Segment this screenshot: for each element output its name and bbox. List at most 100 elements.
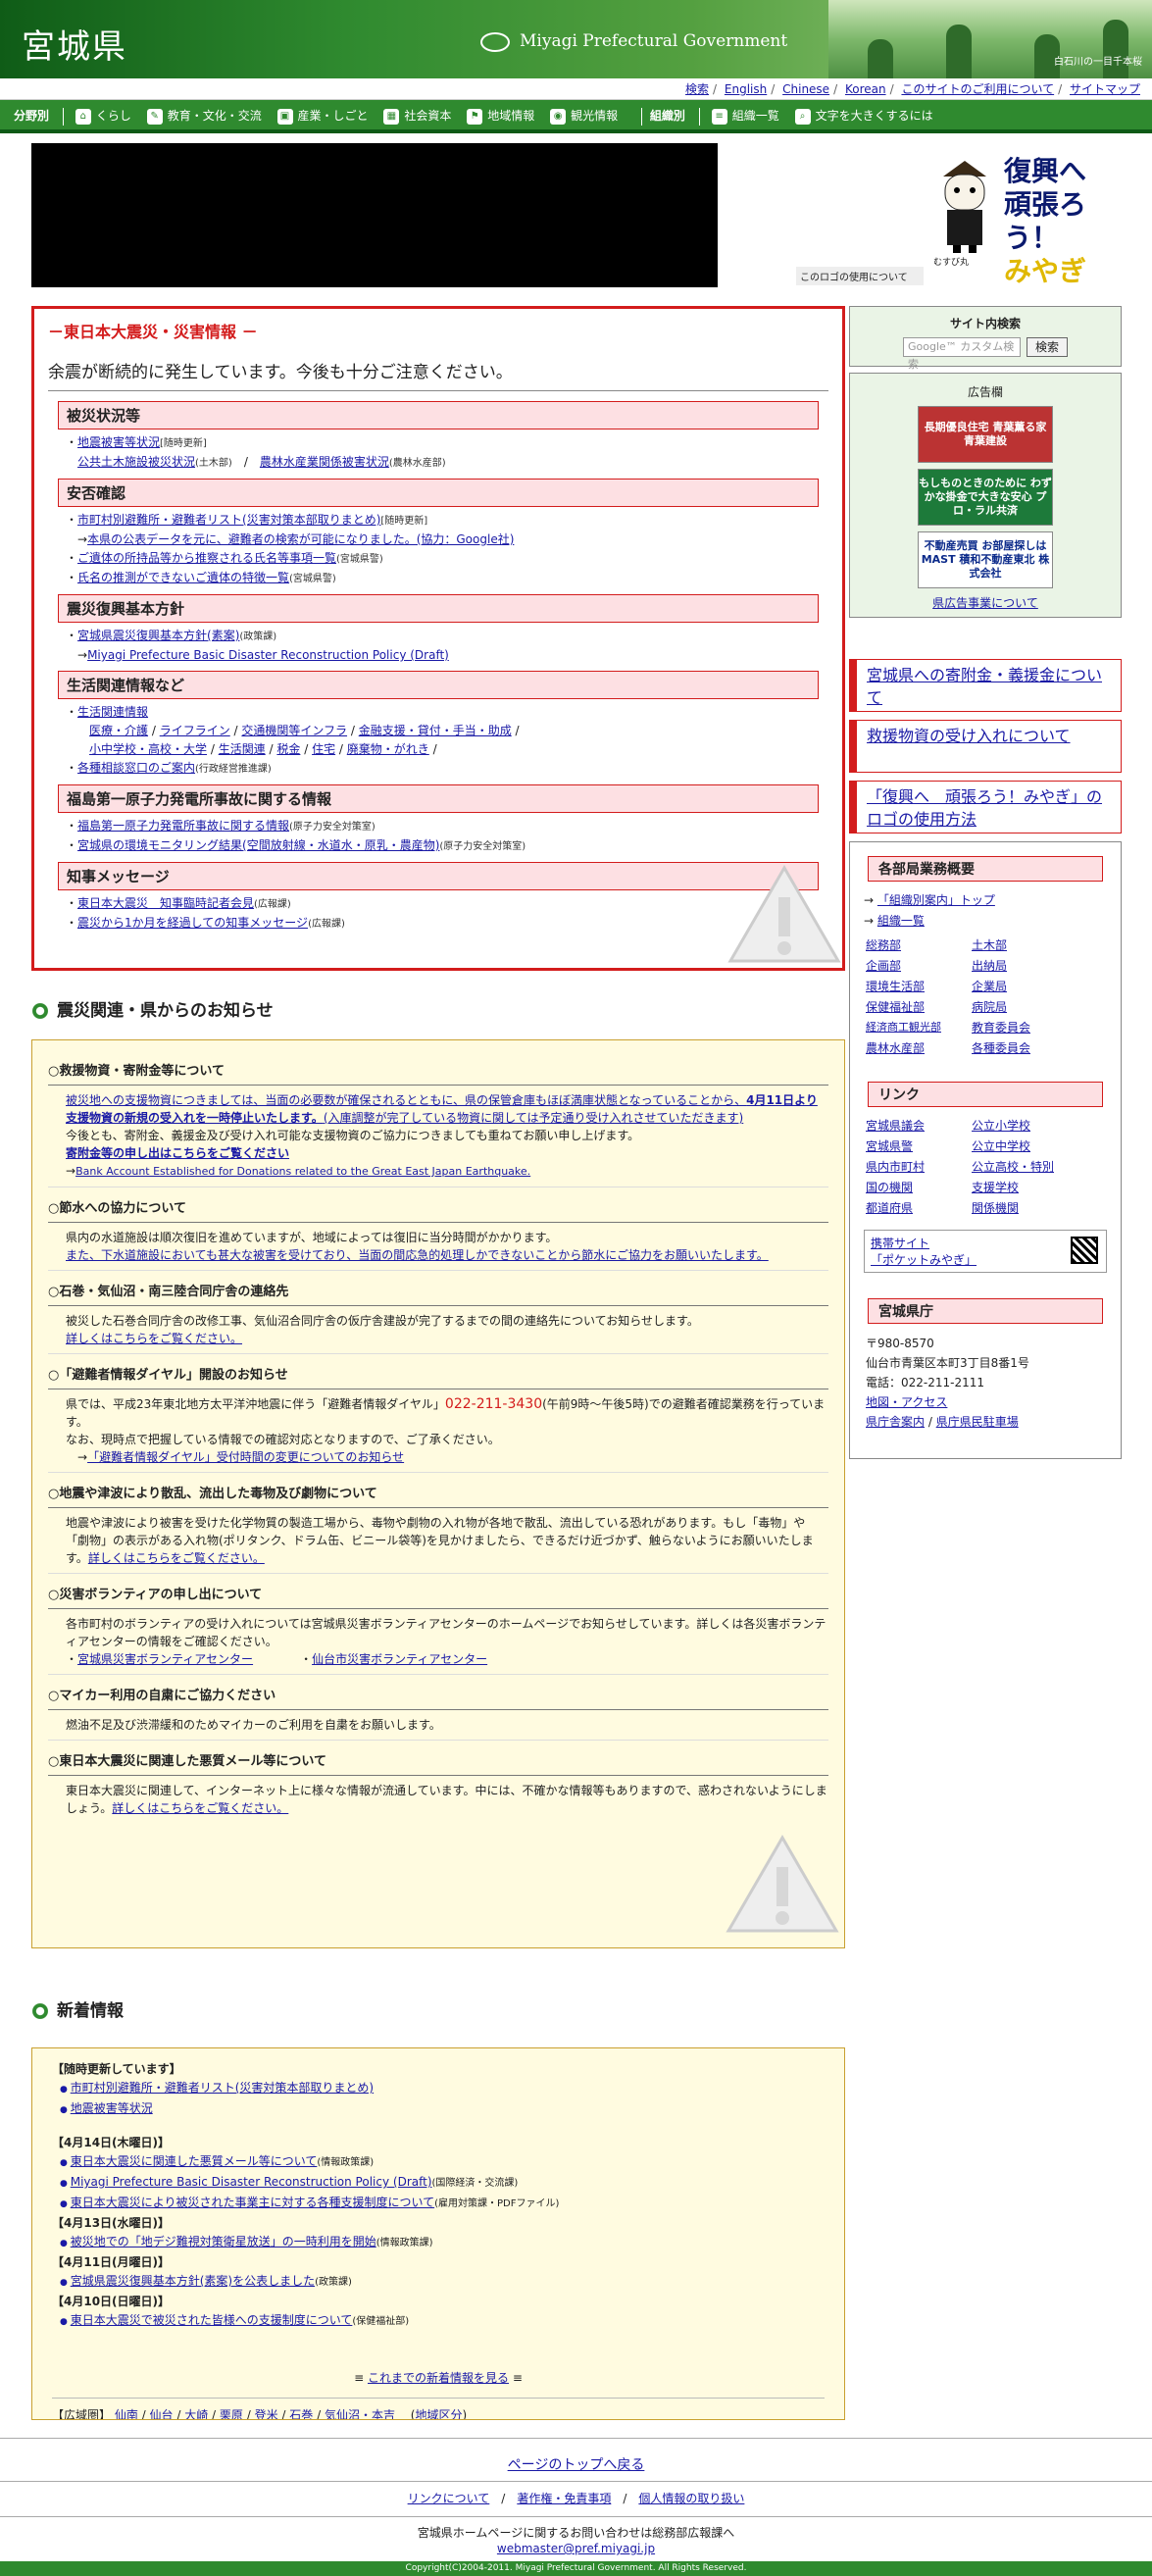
link-fukushima[interactable]: 福島第一原子力発電所事故に関する情報 [77,819,289,833]
link-cities[interactable]: 県内市町村 [866,1158,972,1175]
nav-kyoiku[interactable]: ✎ 教育・文化・交流 [146,100,262,131]
footer-link-policy[interactable]: リンクについて [408,2492,490,2505]
fukko-logo[interactable]: 復興へ 頑張ろう！ みやぎ むすび丸 [933,147,1127,287]
news-support-system[interactable]: 東日本大震災で被災された皆様への支援制度について [71,2313,353,2327]
area-sennan[interactable]: 仙南 [115,2408,138,2419]
nav-chiiki[interactable]: ⚑ 地域情報 [467,100,534,131]
area-division-link[interactable]: 地域区分 [415,2408,462,2419]
link-recovery-policy[interactable]: 宮城県震災復興基本方針(素案) [77,629,239,642]
volunteer-center-link[interactable]: 宮城県災害ボランティアセンター [77,1652,253,1666]
office-parking[interactable]: 県庁県民駐車場 [936,1415,1019,1429]
dept-doboku[interactable]: 土木部 [972,936,1077,953]
link-gikai[interactable]: 宮城県議会 [866,1117,972,1134]
page-top-link[interactable]: ページのトップへ戻る [508,2457,645,2473]
news-policy-en[interactable]: Miyagi Prefecture Basic Disaster Reconst… [71,2175,432,2189]
dept-kankyo[interactable]: 環境生活部 [866,978,972,994]
link-press-conf[interactable]: 東日本大震災 知事臨時記者会見 [77,896,254,910]
news-more-link[interactable]: これまでの新着情報を見る [368,2371,509,2385]
util-korean[interactable]: Korean [845,82,886,96]
link-public-works[interactable]: 公共土木施設被災状況 [77,455,195,469]
nav-shakai[interactable]: ▦ 社会資本 [383,100,451,131]
dept-kyoiku[interactable]: 教育委員会 [972,1019,1077,1035]
spam-detail-link[interactable]: 詳しくはこちらをご覧ください。 [112,1801,288,1815]
link-living-info[interactable]: 生活関連情報 [77,705,148,719]
link-prefectures[interactable]: 都道府県 [866,1199,972,1216]
ad-aoba[interactable]: 長期優良住宅 青葉薫る家 青葉建設 [918,406,1053,463]
area-kesennuma[interactable]: 気仙沼・本吉 [325,2408,395,2419]
site-title[interactable]: 宮城県 [22,20,127,68]
link-monitoring[interactable]: 宮城県の環境モニタリング結果(空間放射線・水道水・原乳・農産物) [77,838,439,852]
link-police[interactable]: 宮城県警 [866,1137,972,1154]
sendai-volunteer-link[interactable]: 仙台市災害ボランティアセンター [312,1652,487,1666]
nav-soshiki-list[interactable]: ≡ 組織一覧 [711,100,779,131]
poison-detail-link[interactable]: 詳しくはこちらをご覧ください。 [88,1551,265,1565]
news-recovery-policy[interactable]: 宮城県震災復興基本方針(素案)を公表しました [71,2274,315,2288]
office-guide[interactable]: 県庁舎案内 [866,1415,925,1429]
util-search[interactable]: 検索 [685,82,709,96]
dept-iinkai[interactable]: 各種委員会 [972,1039,1077,1056]
link-lifeline[interactable]: ライフライン [160,724,230,737]
pocket-miyagi-link[interactable]: 「ポケットみやぎ」 [871,1253,977,1267]
dept-soumu[interactable]: 総務部 [866,936,972,953]
news-damage-status[interactable]: 地震被害等状況 [71,2101,153,2115]
news-spam-mail[interactable]: 東日本大震災に関連した悪質メール等について [71,2154,318,2168]
link-dept-list[interactable]: 組織一覧 [877,914,925,928]
link-google-search[interactable]: 本県の公表データを元に、避難者の検索が可能になりました。(協力：Google社) [87,532,514,546]
relief-goods-link[interactable]: 救援物資の受け入れについて [849,720,1122,773]
dept-kikaku[interactable]: 企画部 [866,957,972,974]
util-usage[interactable]: このサイトのご利用について [901,82,1054,96]
link-koko[interactable]: 公立高校・特別 [972,1158,1077,1175]
link-features-list[interactable]: 氏名の推測ができないご遺体の特徴一覧 [77,571,289,584]
link-tax[interactable]: 税金 [276,742,300,756]
area-tome[interactable]: 登米 [255,2408,278,2419]
bank-account-link[interactable]: Bank Account Established for Donations r… [75,1165,530,1178]
area-sendai[interactable]: 仙台 [150,2408,174,2419]
link-dept-top[interactable]: 「組織別案内」トップ [877,893,995,907]
office-contact-link[interactable]: 詳しくはこちらをご覧ください。 [66,1332,242,1345]
link-agri-damage[interactable]: 農林水産業関係被害状況 [260,455,389,469]
link-shien[interactable]: 支援学校 [972,1179,1077,1195]
link-evacuee-list[interactable]: 市町村別避難所・避難者リスト(災害対策本部取りまとめ) [77,513,380,527]
area-kurihara[interactable]: 栗原 [220,2408,243,2419]
util-chinese[interactable]: Chinese [782,82,829,96]
link-national[interactable]: 国の機関 [866,1179,972,1195]
dept-byoin[interactable]: 病院局 [972,998,1077,1015]
ad-prolal[interactable]: もしものときのために わずかな掛金で大きな安心 プロ・ラル共済 [918,469,1053,526]
link-consult[interactable]: 各種相談窓口のご案内 [77,761,195,775]
link-recovery-policy-en[interactable]: Miyagi Prefecture Basic Disaster Reconst… [87,648,449,662]
main-banner[interactable] [31,143,718,287]
link-shogakko[interactable]: 公立小学校 [972,1117,1077,1134]
ad-mast[interactable]: 不動産売買 お部屋探しは MAST 積和不動産東北 株式会社 [918,531,1053,588]
area-ishinomaki[interactable]: 石巻 [289,2408,313,2419]
news-business-support[interactable]: 東日本大震災により被災された事業主に対する各種支援制度について [71,2196,434,2209]
dept-hoken[interactable]: 保健福祉部 [866,998,972,1015]
logo-usage-note[interactable]: このロゴの使用について [796,267,924,285]
dept-kigyo[interactable]: 企業局 [972,978,1077,994]
nav-sangyo[interactable]: ▣ 産業・しごと [276,100,369,131]
mobile-site[interactable]: 携帯サイト 「ポケットみやぎ」 [864,1230,1107,1273]
link-finance[interactable]: 金融支援・貸付・手当・助成 [359,724,512,737]
link-kankei[interactable]: 関係機関 [972,1199,1077,1216]
logo-usage-link[interactable]: 「復興へ 頑張ろう！みやぎ」のロゴの使用方法 [849,781,1122,833]
search-button[interactable]: 検索 [1026,337,1068,357]
link-damage-status[interactable]: 地震被害等状況 [77,435,160,449]
link-belongings-list[interactable]: ご遺体の所持品等から推察される氏名等事項一覧 [77,551,336,565]
footer-copyright[interactable]: 著作権・免責事項 [517,2492,611,2505]
mobile-link[interactable]: 携帯サイト [871,1237,929,1250]
news-digital-tv[interactable]: 被災地での「地デジ難視対策衛星放送」の一時利用を開始 [71,2235,376,2248]
dial-change-link[interactable]: 「避難者情報ダイヤル」受付時間の変更についてのお知らせ [87,1450,404,1464]
nav-kanko[interactable]: ◉ 観光情報 [550,100,618,131]
dept-norin[interactable]: 農林水産部 [866,1039,972,1056]
search-input[interactable]: Google™ カスタム検索 [902,337,1021,371]
link-schools[interactable]: 小中学校・高校・大学 [89,742,207,756]
office-map[interactable]: 地図・アクセス [866,1395,947,1409]
link-housing[interactable]: 住宅 [312,742,335,756]
link-transport[interactable]: 交通機関等インフラ [241,724,347,737]
util-english[interactable]: English [725,82,767,96]
link-governor-msg[interactable]: 震災から1か月を経過しての知事メッセージ [77,916,308,930]
nav-kurashi[interactable]: ⌂ くらし [75,100,131,131]
footer-privacy[interactable]: 個人情報の取り扱い [638,2492,744,2505]
nav-font-size[interactable]: ⌕ 文字を大きくするには [794,100,933,131]
footer-mail[interactable]: webmaster@pref.miyagi.jp [497,2542,655,2555]
area-osaki[interactable]: 大崎 [184,2408,208,2419]
